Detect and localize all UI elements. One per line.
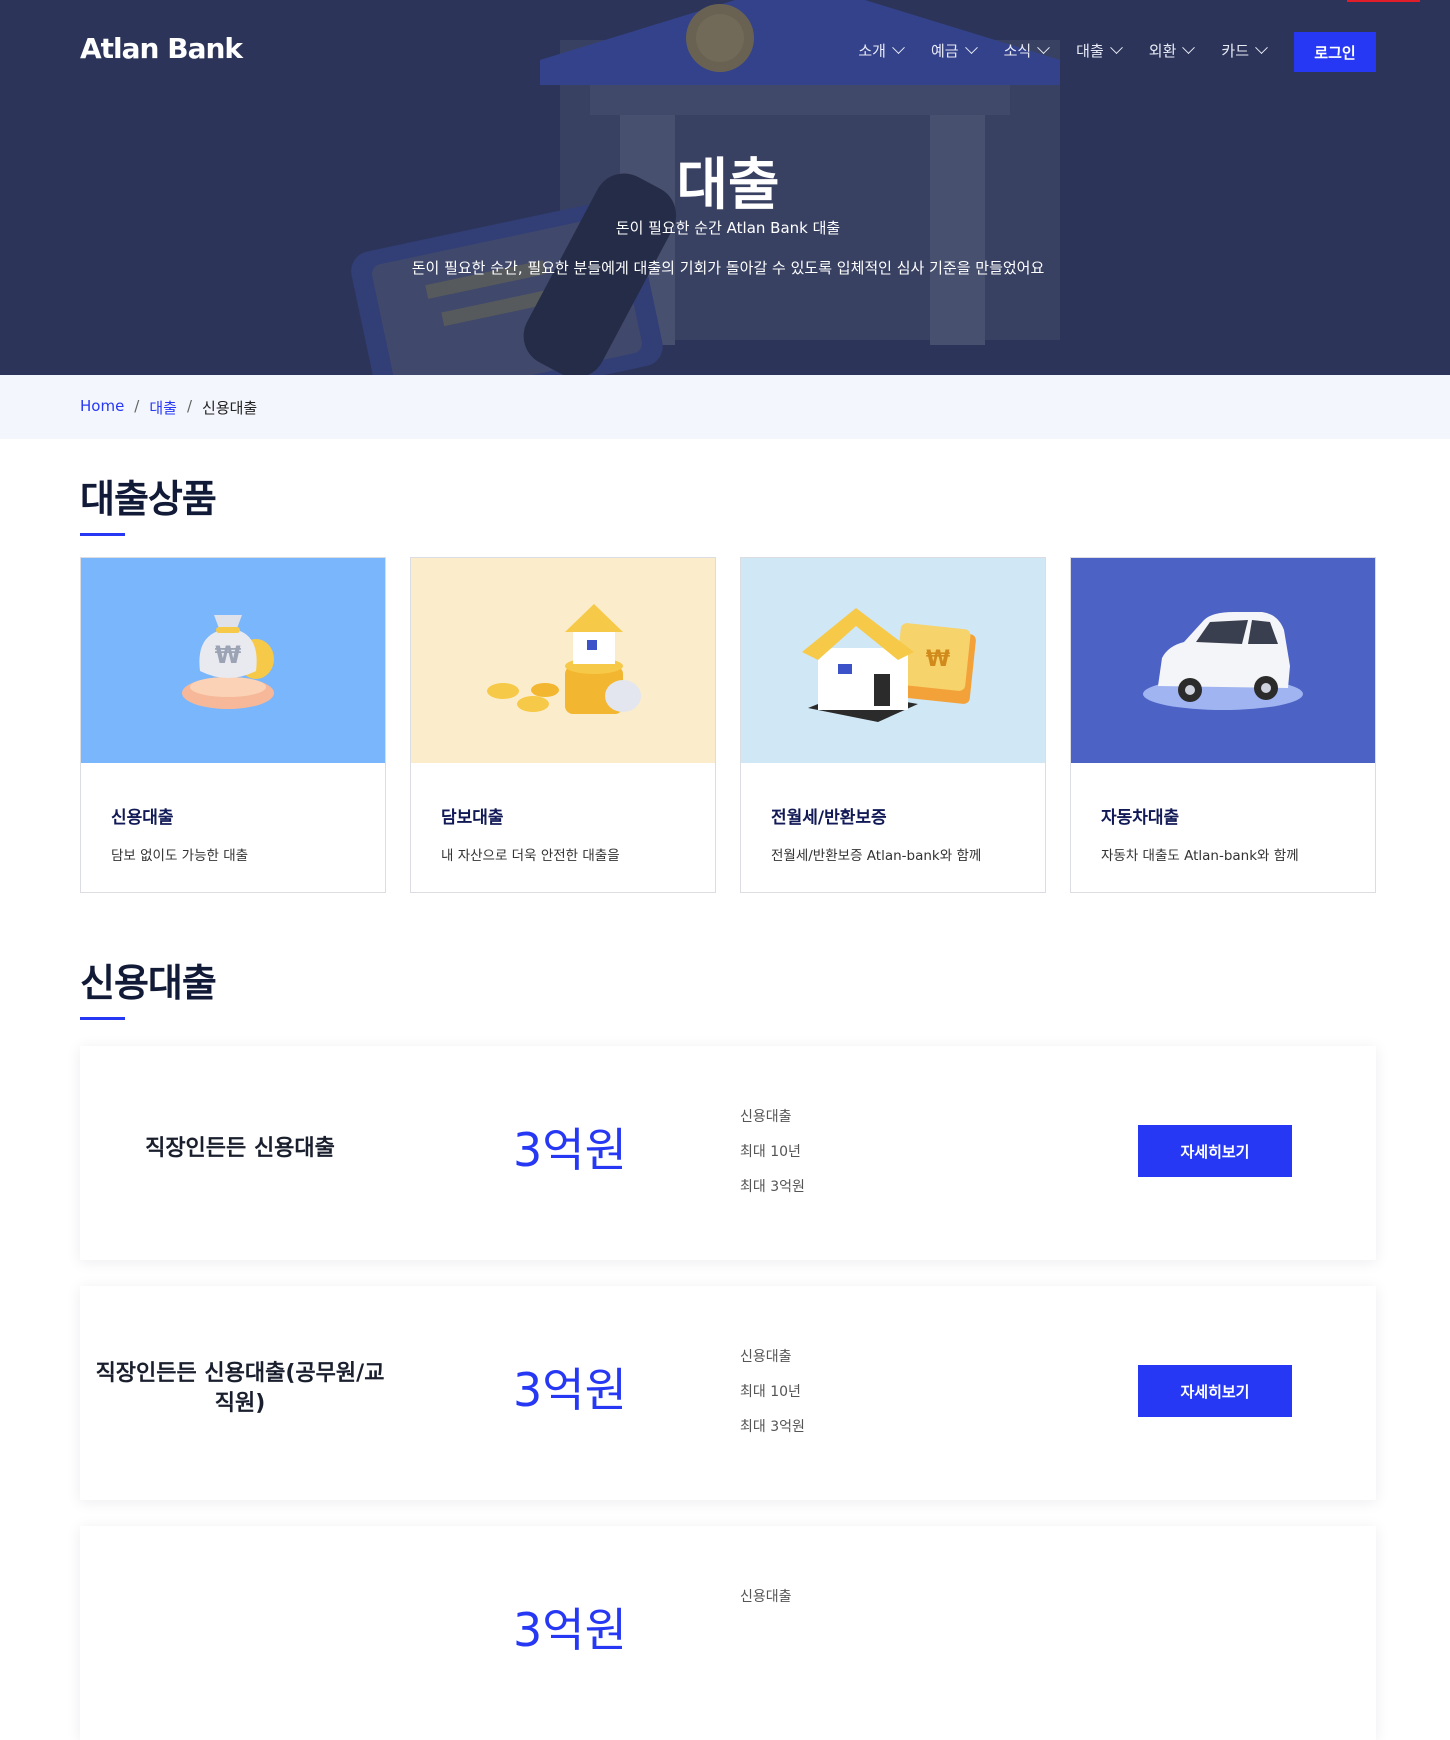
nav-item-about[interactable]: 소개 — [858, 40, 905, 61]
nav-item-deposit[interactable]: 예금 — [931, 40, 978, 61]
page-title: 대출 — [676, 153, 780, 218]
card-image — [411, 558, 715, 763]
chevron-down-icon — [1255, 41, 1268, 55]
hero-subtitle: 돈이 필요한 순간 Atlan Bank 대출 — [615, 219, 841, 237]
hero-banner: Atlan Bank 소개 예금 소식 대출 외환 카드 로그인 대출 돈이 필… — [0, 0, 1450, 375]
house-coins-icon — [487, 603, 641, 714]
loan-details: 신용대출 최대 10년 최대 3억원 — [740, 1346, 805, 1451]
card-image: ₩ — [741, 558, 1045, 763]
loan-limit: 최대 3억원 — [740, 1419, 805, 1435]
loan-name: 직장인든든 신용대출 — [145, 1136, 335, 1161]
top-navigation: Atlan Bank 소개 예금 소식 대출 외환 카드 로그인 — [0, 0, 1450, 104]
nav-item-forex[interactable]: 외환 — [1149, 40, 1196, 61]
loan-limit: 최대 3억원 — [740, 1179, 805, 1195]
loan-type: 신용대출 — [740, 1109, 792, 1125]
breadcrumb-bar: Home / 대출 / 신용대출 — [0, 375, 1450, 439]
svg-text:₩: ₩ — [215, 641, 242, 669]
money-bag-hand-icon: ₩ — [182, 614, 274, 709]
hero-description: 돈이 필요한 순간, 필요한 분들에게 대출의 기회가 돌아갈 수 있도록 입체… — [411, 259, 1045, 277]
loan-product-row: 직장인든든 신용대출 3억원 신용대출 최대 10년 최대 3억원 자세히보기 — [80, 1046, 1376, 1260]
section-underline — [80, 533, 125, 536]
car-icon — [1143, 611, 1303, 710]
breadcrumb-loan[interactable]: 대출 — [149, 397, 177, 418]
card-title: 자동차대출 — [1101, 808, 1180, 828]
chevron-down-icon — [1037, 41, 1051, 55]
loan-product-row: 직장인든든 신용대출(공무원/교직원) 3억원 신용대출 최대 10년 최대 3… — [80, 1286, 1376, 1500]
card-description: 담보 없이도 가능한 대출 — [111, 848, 249, 864]
product-card-auto[interactable]: 자동차대출 자동차 대출도 Atlan-bank와 함께 — [1070, 557, 1376, 893]
svg-text:₩: ₩ — [926, 647, 950, 672]
loan-details: 신용대출 최대 10년 최대 3억원 — [740, 1106, 805, 1211]
breadcrumb-separator: / — [186, 397, 193, 415]
product-card-mortgage[interactable]: 담보대출 내 자산으로 더욱 안전한 대출을 — [410, 557, 716, 893]
chevron-down-icon — [964, 41, 978, 55]
breadcrumb: Home / 대출 / 신용대출 — [80, 397, 257, 418]
main-nav: 소개 예금 소식 대출 외환 카드 — [858, 40, 1268, 61]
loan-max-amount: 3억원 — [513, 1603, 627, 1657]
card-title: 담보대출 — [441, 808, 504, 828]
chevron-down-icon — [892, 41, 905, 55]
section-underline — [80, 1017, 125, 1020]
loan-type: 신용대출 — [740, 1589, 792, 1605]
breadcrumb-current: 신용대출 — [202, 399, 258, 417]
loan-name: 직장인든든 신용대출(공무원/교직원) — [95, 1361, 385, 1416]
card-image: ₩ — [81, 558, 385, 763]
product-card-credit[interactable]: ₩ 신용대출 담보 없이도 가능한 대출 — [80, 557, 386, 893]
loan-product-row: 3억원 신용대출 — [80, 1526, 1376, 1740]
view-details-button[interactable]: 자세히보기 — [1138, 1365, 1292, 1417]
card-title: 신용대출 — [111, 808, 174, 828]
product-card-jeonse[interactable]: ₩ 전월세/반환보증 전월세/반환보증 Atlan-bank와 함께 — [740, 557, 1046, 893]
nav-item-loan[interactable]: 대출 — [1076, 40, 1123, 61]
breadcrumb-home[interactable]: Home — [80, 397, 124, 418]
chevron-down-icon — [1109, 41, 1123, 55]
nav-item-news[interactable]: 소식 — [1004, 40, 1051, 61]
loan-details: 신용대출 — [740, 1586, 792, 1621]
house-cash-icon: ₩ — [802, 607, 976, 722]
loan-max-amount: 3억원 — [513, 1363, 627, 1417]
loan-period: 최대 10년 — [740, 1144, 801, 1160]
card-title: 전월세/반환보증 — [771, 808, 887, 828]
card-description: 내 자산으로 더욱 안전한 대출을 — [441, 848, 620, 864]
nav-item-card[interactable]: 카드 — [1221, 40, 1268, 61]
product-cards: ₩ 신용대출 담보 없이도 가능한 대출 담보대출 내 자산으로 더욱 안전한 … — [80, 557, 1376, 893]
loan-type: 신용대출 — [740, 1349, 792, 1365]
login-button[interactable]: 로그인 — [1294, 32, 1376, 72]
card-description: 자동차 대출도 Atlan-bank와 함께 — [1101, 848, 1299, 864]
brand-logo[interactable]: Atlan Bank — [80, 32, 243, 65]
card-image — [1071, 558, 1375, 763]
loan-period: 최대 10년 — [740, 1384, 801, 1400]
loan-max-amount: 3억원 — [513, 1123, 627, 1177]
products-section-title: 대출상품 — [80, 477, 217, 521]
chevron-down-icon — [1182, 41, 1196, 55]
card-description: 전월세/반환보증 Atlan-bank와 함께 — [771, 848, 982, 864]
credit-section-title: 신용대출 — [80, 961, 217, 1005]
view-details-button[interactable]: 자세히보기 — [1138, 1125, 1292, 1177]
breadcrumb-separator: / — [134, 397, 140, 415]
